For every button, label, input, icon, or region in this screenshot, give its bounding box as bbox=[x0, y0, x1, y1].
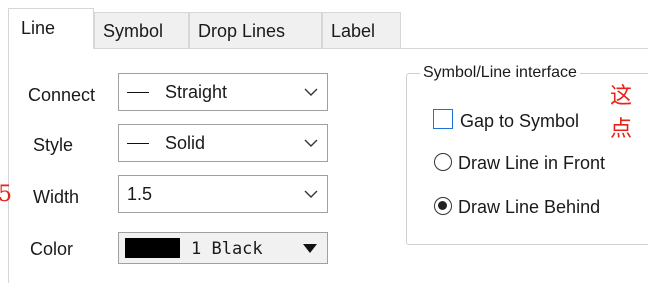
tab-drop-lines[interactable]: Drop Lines bbox=[189, 12, 322, 48]
tab-divider bbox=[94, 48, 648, 49]
gap-to-symbol-checkbox[interactable] bbox=[433, 109, 453, 129]
connect-label: Connect bbox=[28, 85, 96, 105]
width-value: 1.5 bbox=[127, 184, 153, 204]
radio-selected-dot bbox=[438, 201, 447, 210]
line-preview-icon bbox=[127, 143, 149, 144]
color-swatch bbox=[125, 238, 180, 258]
width-combobox[interactable]: 1.5 bbox=[118, 175, 328, 213]
chevron-down-icon bbox=[304, 139, 318, 147]
draw-line-behind-radio[interactable] bbox=[434, 197, 452, 215]
color-label: Color bbox=[30, 239, 74, 259]
dropdown-arrow-icon bbox=[303, 244, 317, 253]
annotation-right-line2: 点 bbox=[610, 117, 633, 142]
width-label: Width bbox=[33, 187, 80, 207]
color-dropdown[interactable]: 1 Black bbox=[118, 232, 328, 264]
chevron-down-icon bbox=[304, 88, 318, 96]
draw-line-front-label[interactable]: Draw Line in Front bbox=[458, 152, 605, 174]
draw-line-front-radio[interactable] bbox=[434, 153, 452, 171]
style-dropdown[interactable]: Solid bbox=[118, 124, 328, 162]
group-title: Symbol/Line interface bbox=[420, 63, 580, 83]
annotation-right-line1: 这 bbox=[610, 84, 633, 109]
draw-line-behind-label[interactable]: Draw Line Behind bbox=[458, 196, 600, 218]
tab-line[interactable]: Line bbox=[8, 8, 94, 49]
style-label: Style bbox=[33, 135, 74, 155]
chevron-down-icon bbox=[304, 190, 318, 198]
color-value: 1 Black bbox=[191, 239, 263, 259]
connect-dropdown[interactable]: Straight bbox=[118, 73, 328, 111]
annotation-left-fragment: 5 bbox=[0, 182, 12, 207]
connect-value: Straight bbox=[165, 82, 228, 102]
style-value: Solid bbox=[165, 133, 206, 153]
tab-label[interactable]: Label bbox=[322, 12, 401, 48]
gap-to-symbol-label[interactable]: Gap to Symbol bbox=[460, 110, 579, 132]
panel-left-border bbox=[8, 48, 9, 283]
tab-symbol[interactable]: Symbol bbox=[94, 12, 189, 48]
line-preview-icon bbox=[127, 92, 149, 93]
